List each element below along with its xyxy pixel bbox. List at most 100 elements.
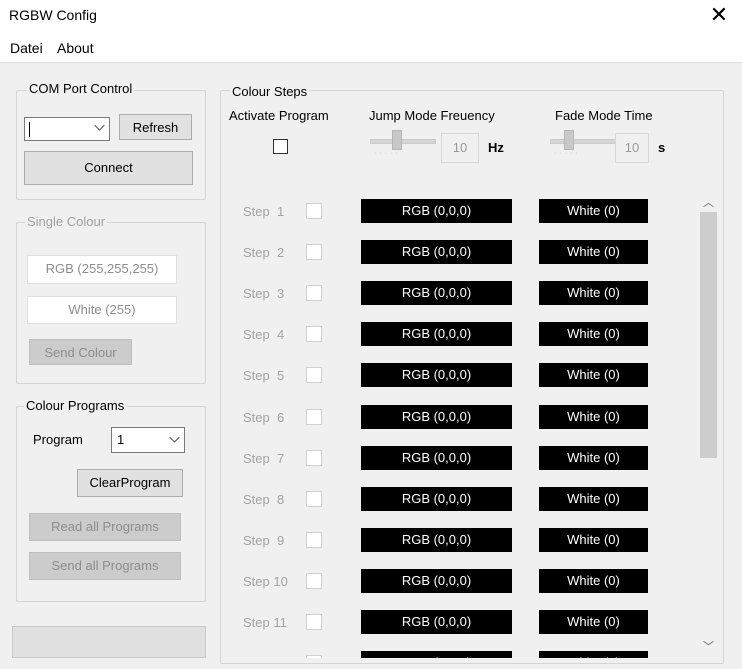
- activate-program-checkbox[interactable]: [273, 139, 288, 154]
- steps-list: Step 1 RGB (0,0,0) White (0) Step 2 RGB (0,0…: [226, 190, 694, 658]
- status-box: [12, 626, 206, 658]
- step-checkbox[interactable]: [306, 285, 322, 302]
- step-rgb-value[interactable]: RGB (0,0,0): [361, 199, 512, 223]
- slider-thumb[interactable]: [564, 130, 574, 150]
- jump-mode-value[interactable]: 10: [441, 133, 479, 163]
- step-checkbox[interactable]: [306, 367, 322, 384]
- step-white-value[interactable]: White (0): [539, 404, 648, 429]
- step-checkbox[interactable]: [306, 531, 322, 548]
- refresh-button[interactable]: Refresh: [119, 114, 192, 140]
- step-white-value[interactable]: White (0): [539, 281, 648, 306]
- step-label: Step 2: [243, 245, 285, 261]
- scrollbar-thumb[interactable]: [700, 212, 717, 458]
- window-title: RGBW Config: [9, 7, 97, 23]
- step-checkbox[interactable]: [306, 614, 322, 630]
- fade-mode-unit: s: [658, 140, 666, 155]
- step-label: Step 10: [243, 573, 288, 589]
- step-rgb-value[interactable]: RGB (0,0,0): [361, 404, 512, 429]
- step-white-value[interactable]: White (0): [539, 568, 648, 593]
- menu-datei[interactable]: Datei: [10, 40, 43, 56]
- step-rgb-value[interactable]: RGB (0,0,0): [361, 568, 512, 593]
- step-checkbox[interactable]: [306, 244, 322, 261]
- close-icon[interactable]: ✕: [706, 2, 732, 28]
- step-row: Step 2 RGB (0,0,0) White (0): [226, 239, 694, 269]
- step-checkbox[interactable]: [306, 326, 322, 343]
- fade-mode-value[interactable]: 10: [615, 133, 649, 163]
- read-all-programs-button[interactable]: Read all Programs: [29, 513, 181, 541]
- scroll-down-arrow-icon[interactable]: ﹀: [700, 638, 717, 654]
- steps-scrollbar[interactable]: ︿ ﹀: [700, 190, 717, 658]
- send-all-programs-button[interactable]: Send all Programs: [29, 552, 181, 580]
- step-label: Step 3: [243, 286, 285, 302]
- step-rgb-value[interactable]: RGB (0,0,0): [361, 651, 512, 658]
- com-port-select[interactable]: [24, 117, 110, 141]
- step-white-value[interactable]: White (0): [539, 240, 648, 265]
- white-value-field[interactable]: White (255): [27, 296, 177, 324]
- step-row: Step 1 RGB (0,0,0) White (0): [226, 198, 694, 228]
- menu-bar: Datei About: [0, 32, 742, 63]
- fade-mode-label: Fade Mode Time: [555, 108, 653, 123]
- com-port-legend: COM Port Control: [27, 81, 135, 96]
- step-row: Step 3 RGB (0,0,0) White (0): [226, 280, 694, 310]
- step-row: Step 6 RGB (0,0,0) White (0): [226, 404, 694, 434]
- step-white-value[interactable]: White (0): [539, 445, 648, 470]
- single-colour-legend: Single Colour: [25, 214, 108, 229]
- step-rgb-value[interactable]: RGB (0,0,0): [361, 445, 512, 470]
- step-rgb-value[interactable]: RGB (0,0,0): [361, 281, 512, 306]
- step-white-value[interactable]: White (0): [539, 363, 648, 388]
- program-select[interactable]: 1: [111, 427, 185, 453]
- step-row: Step 12 RGB (0,0,0) White (0): [226, 650, 694, 658]
- step-white-value[interactable]: White (0): [539, 610, 648, 634]
- step-rgb-value[interactable]: RGB (0,0,0): [361, 527, 512, 552]
- step-row: Step 8 RGB (0,0,0) White (0): [226, 486, 694, 516]
- step-rgb-value[interactable]: RGB (0,0,0): [361, 610, 512, 634]
- step-rgb-value[interactable]: RGB (0,0,0): [361, 240, 512, 265]
- rgb-value-field[interactable]: RGB (255,255,255): [27, 255, 177, 284]
- step-white-value[interactable]: White (0): [539, 322, 648, 347]
- clear-program-button[interactable]: ClearProgram: [77, 469, 183, 497]
- step-label: Step 11: [243, 615, 287, 630]
- step-checkbox[interactable]: [306, 490, 322, 507]
- jump-mode-unit: Hz: [488, 140, 504, 155]
- colour-programs-legend: Colour Programs: [24, 398, 127, 413]
- step-white-value[interactable]: White (0): [539, 486, 648, 511]
- step-label: Step 4: [243, 327, 285, 343]
- text-cursor: [29, 122, 30, 137]
- colour-steps-legend: Colour Steps: [230, 84, 310, 99]
- step-label: Step 9: [243, 532, 285, 548]
- step-rgb-value[interactable]: RGB (0,0,0): [361, 322, 512, 347]
- step-white-value[interactable]: White (0): [539, 199, 648, 223]
- step-row: Step 10 RGB (0,0,0) White (0): [226, 568, 694, 598]
- fade-mode-slider[interactable]: ·····: [550, 128, 616, 162]
- step-label: Step 5: [243, 368, 285, 384]
- step-row: Step 7 RGB (0,0,0) White (0): [226, 445, 694, 475]
- menu-about[interactable]: About: [57, 40, 94, 56]
- step-checkbox[interactable]: [306, 203, 322, 219]
- chevron-down-icon: [94, 120, 105, 131]
- step-white-value[interactable]: White (0): [539, 527, 648, 552]
- jump-mode-label: Jump Mode Freuency: [369, 108, 495, 123]
- step-row: Step 4 RGB (0,0,0) White (0): [226, 321, 694, 351]
- step-checkbox[interactable]: [306, 572, 322, 589]
- scroll-up-arrow-icon[interactable]: ︿: [700, 194, 717, 210]
- connect-button[interactable]: Connect: [24, 151, 193, 185]
- slider-thumb[interactable]: [392, 130, 402, 150]
- step-row: Step 9 RGB (0,0,0) White (0): [226, 527, 694, 557]
- step-row: Step 5 RGB (0,0,0) White (0): [226, 362, 694, 392]
- jump-mode-slider[interactable]: ·····: [370, 128, 436, 162]
- step-row: Step 11 RGB (0,0,0) White (0): [226, 609, 694, 639]
- step-checkbox[interactable]: [306, 449, 322, 466]
- chevron-down-icon: [169, 432, 180, 443]
- step-checkbox[interactable]: [306, 655, 322, 658]
- step-label: Step 7: [243, 450, 285, 466]
- step-rgb-value[interactable]: RGB (0,0,0): [361, 486, 512, 511]
- step-label: Step 6: [243, 409, 285, 425]
- step-rgb-value[interactable]: RGB (0,0,0): [361, 363, 512, 388]
- step-label: Step 12: [243, 656, 288, 658]
- step-label: Step 8: [243, 491, 285, 507]
- step-white-value[interactable]: White (0): [539, 651, 648, 658]
- program-label: Program: [33, 432, 83, 447]
- send-colour-button[interactable]: Send Colour: [29, 339, 132, 365]
- step-label: Step 1: [243, 204, 285, 219]
- step-checkbox[interactable]: [306, 408, 322, 425]
